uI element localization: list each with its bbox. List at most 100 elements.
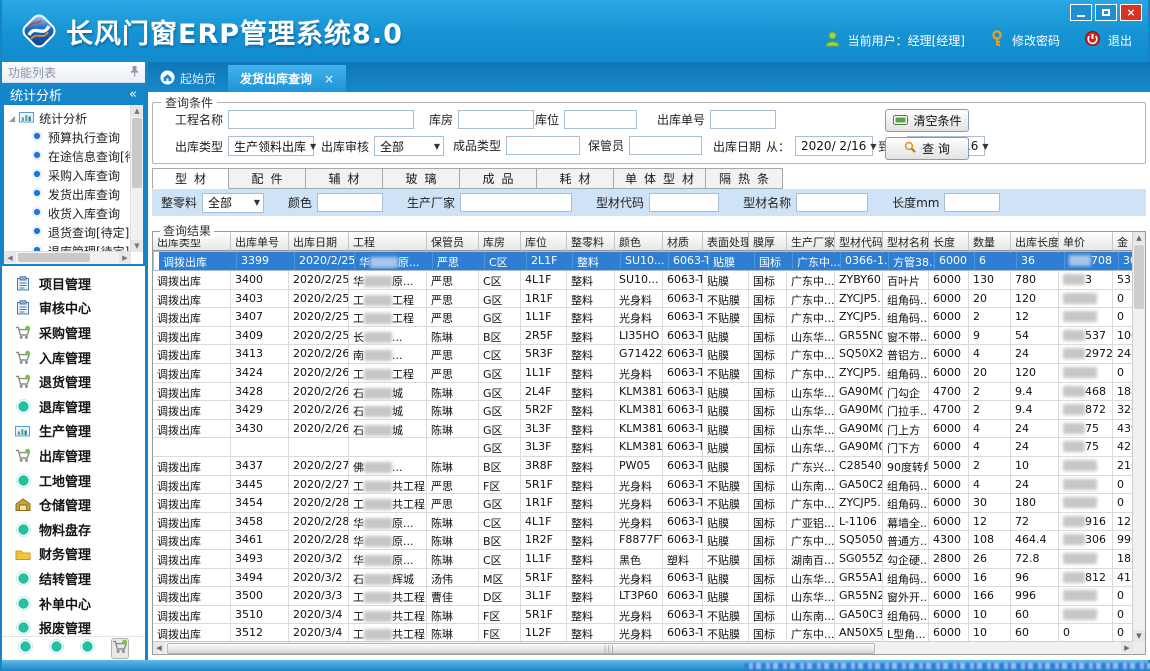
dot-icon[interactable] [49,639,64,658]
scrollbar-thumb[interactable] [167,643,875,654]
table-row[interactable]: G区3L3F整料KLM38176063-T5贴膜国标山东华...GA90M09.… [153,438,1133,457]
column-header-整零料[interactable]: 整零料 [567,232,615,251]
product-type-input[interactable] [506,136,580,155]
sidebar-module-采购管理[interactable]: 采购管理 [2,320,145,345]
column-header-出库单号[interactable]: 出库单号 [231,232,289,251]
search-button[interactable]: 查 询 [885,137,969,160]
table-row[interactable]: 调拨出库34452020/2/27工共工程严思F区5R1F整料光身料6063-T… [153,476,1133,495]
table-row[interactable]: 调拨出库34032020/2/25工工程严思G区1R1F整料光身料6063-T5… [153,290,1133,309]
table-row[interactable]: 调拨出库34092020/2/25长...陈琳B区2R5F整料LI35HO606… [153,327,1133,346]
sidebar-module-退货管理[interactable]: 退货管理 [2,369,145,394]
scroll-right-icon[interactable]: ▶ [1121,642,1133,653]
color-input[interactable] [317,193,383,212]
sidebar-module-出库管理[interactable]: 出库管理 [2,443,145,468]
table-row[interactable]: 调拨出库34542020/2/28工共工程严思G区1R1F整料光身料6063-T… [153,494,1133,513]
column-header-出库日期[interactable]: 出库日期 [289,232,349,251]
column-header-保管员[interactable]: 保管员 [427,232,479,251]
material-tab-配件[interactable]: 配件 [229,168,306,189]
column-header-颜色[interactable]: 颜色 [615,232,663,251]
column-header-单价[interactable]: 单价 [1059,232,1113,251]
sidebar-module-审核中心[interactable]: 审核中心 [2,296,145,321]
tree-expander-icon[interactable]: ◢ [9,114,15,123]
tab-close-icon[interactable]: × [324,72,334,86]
scroll-down-icon[interactable]: ▼ [1133,630,1145,642]
column-header-库房[interactable]: 库房 [479,232,521,251]
table-row[interactable]: 调拨出库34242020/2/26工工程严思G区1L1F整料光身料6063-T5… [153,364,1133,383]
cart-button[interactable] [111,638,129,659]
scroll-up-icon[interactable]: ▲ [131,105,143,117]
material-tab-隔热条[interactable]: 隔热条 [706,168,783,189]
keeper-input[interactable] [629,136,702,155]
scrollbar-thumb[interactable] [1134,245,1144,309]
table-row[interactable]: 调拨出库34582020/2/28华原...陈琳C区4L1F整料光身料6063-… [153,513,1133,532]
table-row[interactable]: 调拨出库34372020/2/27佛...陈琳B区3R8F整料PW056063-… [153,457,1133,476]
scroll-right-icon[interactable]: ▶ [119,252,131,263]
close-button[interactable]: × [1120,4,1142,21]
table-row[interactable]: 调拨出库34072020/2/25工工程严思G区1L1F整料光身料6063-T5… [153,308,1133,327]
sidebar-module-仓储管理[interactable]: 仓储管理 [2,492,145,517]
sidebar-module-项目管理[interactable]: 项目管理 [2,271,145,296]
sidebar-module-入库管理[interactable]: 入库管理 [2,345,145,370]
dot-icon[interactable] [18,639,33,658]
profile-code-input[interactable] [649,193,719,212]
profile-name-input[interactable] [796,193,868,212]
dot-icon[interactable] [80,639,95,658]
material-tab-玻璃[interactable]: 玻璃 [383,168,460,189]
sidebar-module-退库管理[interactable]: 退库管理 [2,394,145,419]
sidebar-module-工地管理[interactable]: 工地管理 [2,468,145,493]
table-row[interactable]: 调拨出库35002020/3/3工共工程曹佳D区3L1F整料LT3P606063… [153,587,1133,606]
tree-horizontal-scrollbar[interactable]: ◀ ▶ [4,251,131,264]
material-tab-耗材[interactable]: 耗材 [537,168,614,189]
tree-item-退货查询[待定][interactable]: 退货查询[待定] [6,223,130,242]
scroll-up-icon[interactable]: ▲ [1133,232,1145,244]
tree-item-在途信息查询[待[interactable]: 在途信息查询[待 [6,147,130,166]
project-name-input[interactable] [228,110,414,129]
tree-item-采购入库查询[interactable]: 采购入库查询 [6,166,130,185]
table-row[interactable]: 调拨出库34612020/2/28华原...陈琳B区1R2F整料F8877FT6… [153,531,1133,550]
table-row[interactable]: 调拨出库34132020/2/26南...严思C区5R3F整料G71422606… [153,345,1133,364]
column-header-金[interactable]: 金 [1113,232,1133,251]
scroll-down-icon[interactable]: ▼ [131,240,143,252]
table-row[interactable]: 调拨出库35122020/3/4工共工程陈琳F区1L2F整料光身料6063-T5… [153,624,1133,642]
length-input[interactable] [944,193,1000,212]
column-header-型材代码[interactable]: 型材代码 [835,232,883,251]
tab-发货出库查询[interactable]: 发货出库查询× [228,65,346,92]
sidebar-module-财务管理[interactable]: 财务管理 [2,542,145,567]
tab-起始页[interactable]: 起始页 [148,65,228,92]
table-row[interactable]: 调拨出库35102020/3/4工共工程陈琳F区5R1F整料光身料6063-T5… [153,606,1133,625]
sidebar-module-物料盘存[interactable]: 物料盘存 [2,517,145,542]
pin-icon[interactable] [130,65,139,80]
column-header-数量[interactable]: 数量 [969,232,1011,251]
out-audit-select[interactable]: 全部▼ [374,136,444,156]
out-type-select[interactable]: 生产领料出库▼ [228,136,314,156]
sidebar-module-生产管理[interactable]: 生产管理 [2,419,145,444]
table-row[interactable]: 调拨出库34942020/3/2石辉城汤伟M区5R1F整料光身料6063-T5贴… [153,569,1133,588]
column-header-库位[interactable]: 库位 [521,232,567,251]
grid-vertical-scrollbar[interactable]: ▲ ▼ [1132,232,1145,642]
tree-item-收货入库查询[interactable]: 收货入库查询 [6,204,130,223]
change-password-link[interactable]: 修改密码 [1012,32,1060,49]
warehouse-input[interactable] [458,110,534,129]
tree-root-statistics[interactable]: ◢统计分析 [6,108,130,128]
minimize-button[interactable] [1070,4,1092,21]
table-row[interactable]: 调拨出库34932020/3/2华原...陈琳C区1L1F整料黑色塑料不贴膜国标… [153,550,1133,569]
material-tab-辅材[interactable]: 辅材 [306,168,383,189]
sidebar-module-结转管理[interactable]: 结转管理 [2,566,145,591]
location-input[interactable] [564,110,637,129]
date-from-select[interactable]: 2020/ 2/16▼ [795,136,873,156]
scroll-left-icon[interactable]: ◀ [4,252,16,263]
logout-link[interactable]: 退出 [1108,32,1132,49]
column-header-出库长度[interactable]: 出库长度 [1011,232,1059,251]
sidebar-module-报废管理[interactable]: 报废管理 [2,615,145,636]
scrollbar-thumb[interactable] [132,118,142,188]
material-tab-成品[interactable]: 成品 [460,168,537,189]
material-tab-型材[interactable]: 型材 [152,168,229,189]
column-header-材质[interactable]: 材质 [663,232,703,251]
whole-scrap-select[interactable]: 全部▼ [202,193,264,213]
tree-item-预算执行查询[interactable]: 预算执行查询 [6,128,130,147]
collapse-icon[interactable]: « [129,87,137,102]
column-header-工程[interactable]: 工程 [349,232,427,251]
tree-item-发货出库查询[interactable]: 发货出库查询 [6,185,130,204]
column-header-膜厚[interactable]: 膜厚 [749,232,787,251]
column-header-表面处理[interactable]: 表面处理 [703,232,749,251]
